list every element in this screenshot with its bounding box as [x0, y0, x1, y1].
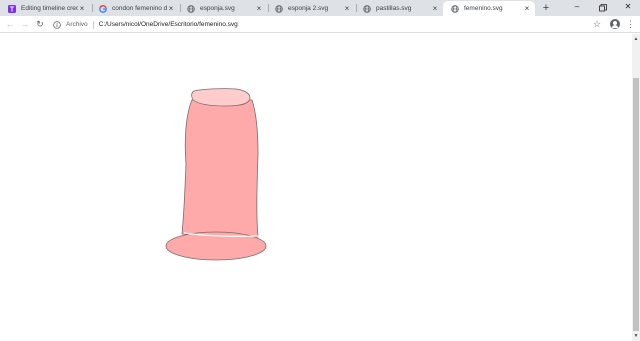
close-icon[interactable]: × — [167, 4, 175, 13]
scroll-up-arrow-icon[interactable]: ▲ — [632, 35, 640, 43]
minimize-icon[interactable]: – — [566, 0, 588, 16]
tab-esponja-2[interactable]: esponja 2.svg × — [267, 1, 355, 16]
new-tab-icon[interactable]: + — [540, 2, 552, 14]
tab-title: esponja.svg — [200, 5, 235, 12]
tab-femenino[interactable]: femenino.svg × — [443, 1, 535, 16]
reload-icon[interactable]: ↻ — [34, 18, 46, 30]
tab-title: femenino.svg — [464, 5, 503, 12]
svg-text:T: T — [10, 6, 15, 13]
tab-title: Editing timeline crecimi — [21, 5, 78, 12]
tab-title: pastillas.svg — [376, 5, 412, 12]
tab-title: esponja 2.svg — [288, 5, 329, 12]
tab-editing-timeline[interactable]: T Editing timeline crecimi × — [0, 1, 90, 16]
globe-icon — [187, 4, 195, 13]
condom-body — [181, 99, 259, 238]
vertical-scrollbar[interactable]: ▲ ▼ — [632, 34, 640, 341]
tab-title: condon femenino dibuj — [112, 5, 167, 12]
page-viewport — [0, 34, 632, 341]
back-arrow-icon[interactable]: ← — [4, 18, 16, 30]
close-icon[interactable]: × — [523, 4, 531, 13]
address-bar[interactable]: Archivo C:/Users/nicol/OneDrive/Escritor… — [50, 18, 610, 31]
bookmark-star-icon[interactable]: ☆ — [592, 18, 602, 30]
info-icon[interactable] — [52, 20, 61, 29]
globe-icon — [275, 4, 283, 13]
close-icon[interactable]: × — [255, 4, 263, 13]
svg-drawing — [165, 88, 267, 261]
tab-pastillas[interactable]: pastillas.svg × — [355, 1, 443, 16]
google-g-icon — [99, 4, 107, 13]
tab-condon-femenino[interactable]: condon femenino dibuj × — [91, 1, 179, 16]
condom-top-ring — [191, 88, 251, 107]
menu-kebab-icon[interactable]: ⋮ — [626, 18, 635, 30]
close-window-icon[interactable]: ✕ — [617, 0, 639, 16]
toolbar: ← → ↻ Archivo C:/Users/nicol/OneDrive/Es… — [0, 16, 640, 33]
close-icon[interactable]: × — [343, 4, 351, 13]
profile-avatar-icon[interactable] — [610, 19, 620, 29]
tumblr-t-icon: T — [8, 4, 16, 13]
scheme-label: Archivo — [66, 21, 88, 28]
close-icon[interactable]: × — [78, 4, 86, 13]
close-icon[interactable]: × — [431, 4, 439, 13]
scroll-down-arrow-icon[interactable]: ▼ — [632, 332, 640, 340]
globe-icon — [363, 4, 371, 13]
forward-arrow-icon[interactable]: → — [19, 18, 31, 30]
tab-strip: T Editing timeline crecimi × condon feme… — [0, 0, 640, 16]
address-divider — [92, 20, 94, 29]
globe-icon — [451, 4, 459, 13]
url-text[interactable]: C:/Users/nicol/OneDrive/Escritorio/femen… — [99, 21, 238, 28]
scroll-thumb[interactable] — [633, 78, 639, 331]
restore-icon[interactable] — [592, 0, 614, 16]
tab-esponja[interactable]: esponja.svg × — [179, 1, 267, 16]
